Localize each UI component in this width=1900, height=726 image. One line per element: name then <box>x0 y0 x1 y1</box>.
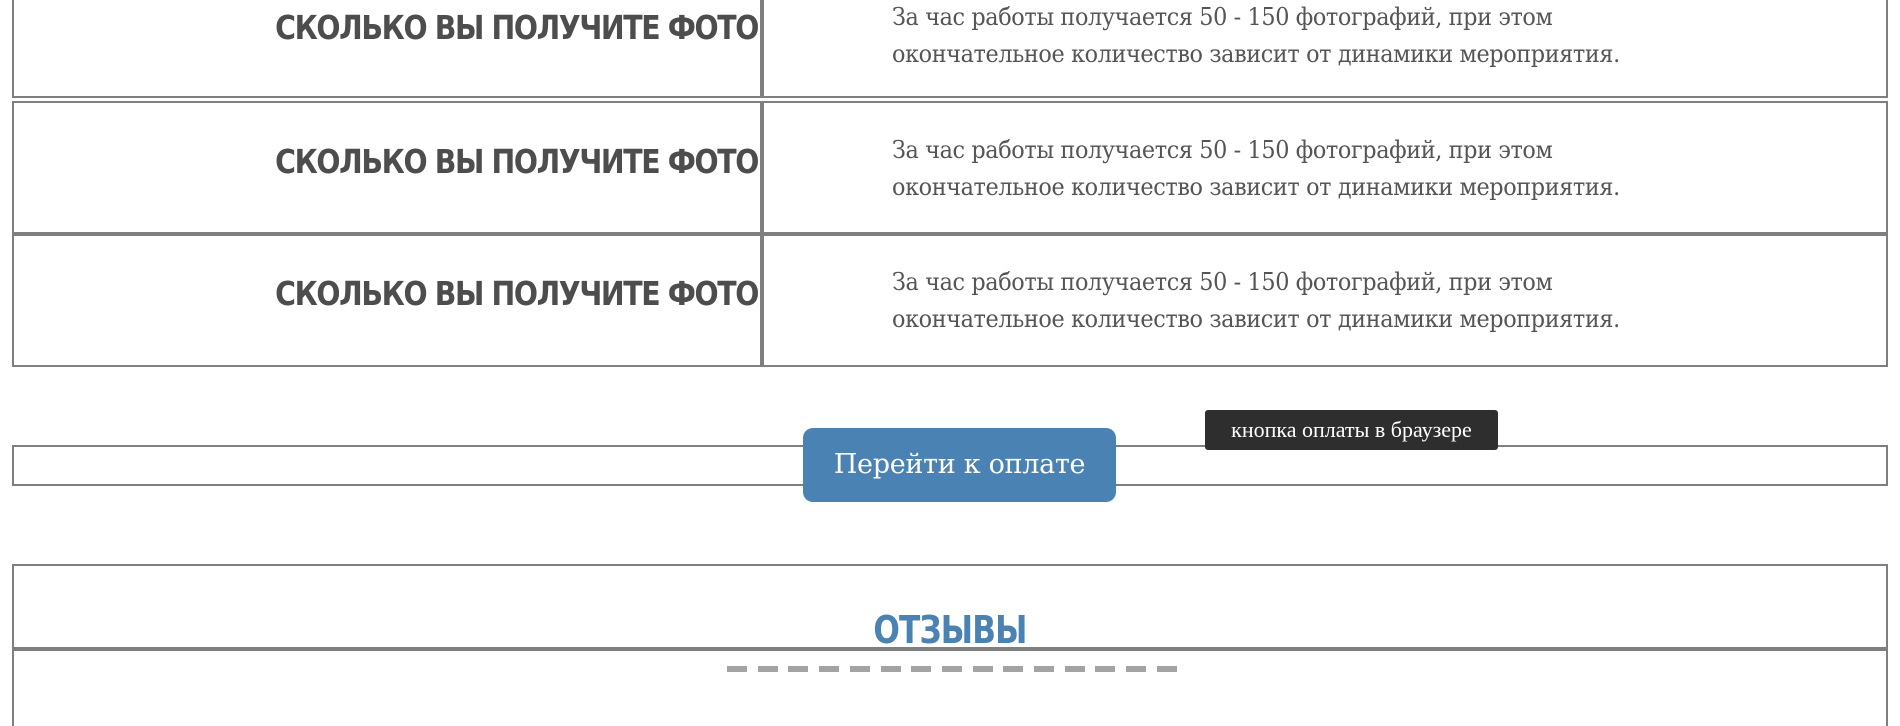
divider-dash <box>788 666 809 672</box>
faq-answer-cell: За час работы получается 50 - 150 фотогр… <box>762 0 1888 98</box>
faq-answer-line: окончательное количество зависит от дина… <box>892 173 1620 201</box>
faq-row: СКОЛЬКО ВЫ ПОЛУЧИТЕ ФОТО За час работы п… <box>12 234 1888 367</box>
go-to-payment-button[interactable]: Перейти к оплате <box>803 428 1116 502</box>
divider-dash <box>880 666 901 672</box>
divider-dash <box>1064 666 1085 672</box>
divider-dash <box>1156 666 1177 672</box>
faq-question-cell: СКОЛЬКО ВЫ ПОЛУЧИТЕ ФОТО <box>12 101 762 234</box>
faq-answer-cell: За час работы получается 50 - 150 фотогр… <box>762 101 1888 234</box>
faq-question-title: СКОЛЬКО ВЫ ПОЛУЧИТЕ ФОТО <box>275 8 759 47</box>
reviews-content-box <box>12 649 1888 726</box>
divider-dash <box>757 666 778 672</box>
divider-dash <box>911 666 932 672</box>
section-divider <box>727 666 1177 672</box>
faq-question-cell: СКОЛЬКО ВЫ ПОЛУЧИТЕ ФОТО <box>12 234 762 367</box>
faq-answer-line: За час работы получается 50 - 150 фотогр… <box>892 136 1553 164</box>
divider-dash <box>1034 666 1055 672</box>
faq-row: СКОЛЬКО ВЫ ПОЛУЧИТЕ ФОТО За час работы п… <box>12 101 1888 234</box>
divider-dash <box>972 666 993 672</box>
faq-question-title: СКОЛЬКО ВЫ ПОЛУЧИТЕ ФОТО <box>275 274 759 313</box>
faq-question-cell: СКОЛЬКО ВЫ ПОЛУЧИТЕ ФОТО <box>12 0 762 98</box>
divider-dash <box>849 666 870 672</box>
faq-answer-line: окончательное количество зависит от дина… <box>892 40 1620 68</box>
faq-answer-text: За час работы получается 50 - 150 фотогр… <box>892 0 1692 73</box>
divider-dash <box>941 666 962 672</box>
faq-answer-line: За час работы получается 50 - 150 фотогр… <box>892 268 1553 296</box>
payment-tooltip: кнопка оплаты в браузере <box>1205 410 1498 450</box>
faq-answer-line: окончательное количество зависит от дина… <box>892 305 1620 333</box>
reviews-title: ОТЗЫВЫ <box>873 608 1027 652</box>
faq-answer-line: За час работы получается 50 - 150 фотогр… <box>892 3 1553 31</box>
faq-answer-cell: За час работы получается 50 - 150 фотогр… <box>762 234 1888 367</box>
divider-dash <box>1003 666 1024 672</box>
divider-dash <box>1126 666 1147 672</box>
faq-row: СКОЛЬКО ВЫ ПОЛУЧИТЕ ФОТО За час работы п… <box>12 0 1888 98</box>
faq-question-title: СКОЛЬКО ВЫ ПОЛУЧИТЕ ФОТО <box>275 142 759 181</box>
faq-answer-text: За час работы получается 50 - 150 фотогр… <box>892 132 1692 206</box>
divider-dash <box>727 666 747 672</box>
divider-dash <box>1095 666 1116 672</box>
faq-answer-text: За час работы получается 50 - 150 фотогр… <box>892 264 1692 338</box>
divider-dash <box>819 666 840 672</box>
